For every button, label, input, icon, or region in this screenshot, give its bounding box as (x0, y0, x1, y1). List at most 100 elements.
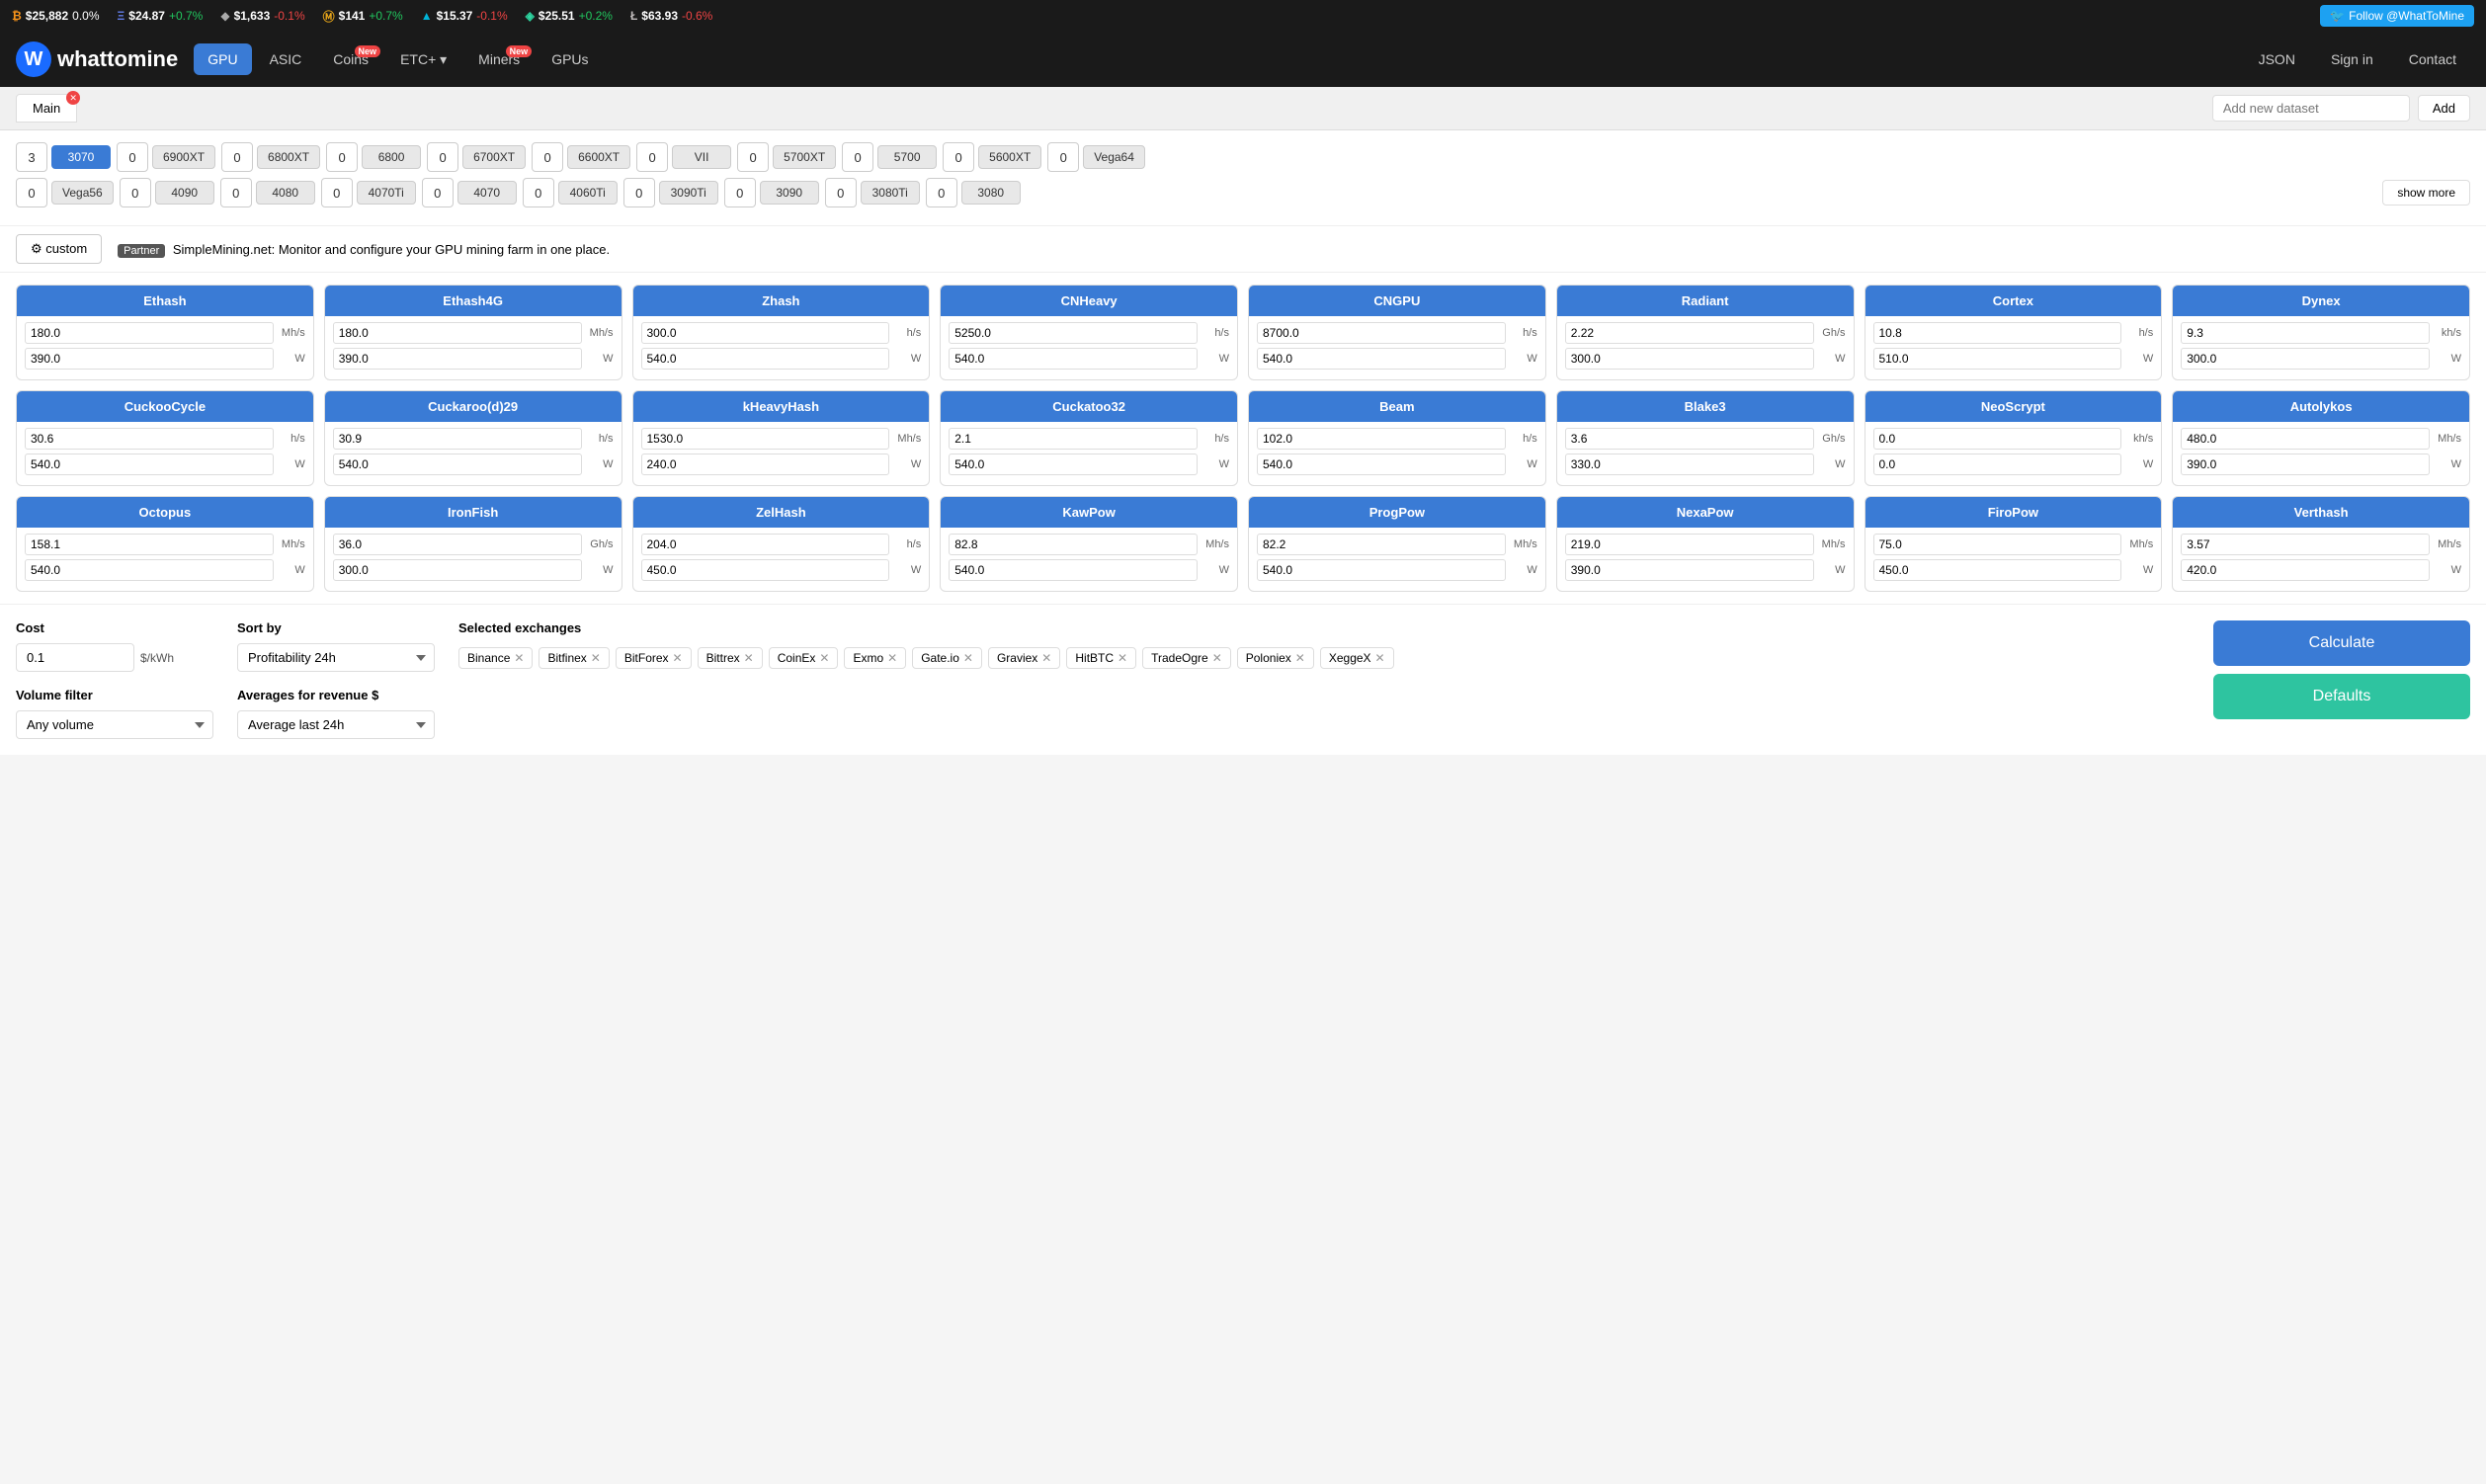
dataset-input[interactable] (2212, 95, 2410, 122)
nav-gpus[interactable]: GPUs (538, 43, 602, 75)
gpu-qty-vega64[interactable] (1047, 142, 1079, 172)
algo-power-input-autolykos[interactable] (2181, 453, 2430, 475)
algo-hashrate-input-octopus[interactable] (25, 534, 274, 555)
gpu-qty-6600xt[interactable] (532, 142, 563, 172)
close-tab-button[interactable]: ✕ (66, 91, 80, 105)
algo-hashrate-input-zhash[interactable] (641, 322, 890, 344)
algo-hashrate-input-progpow[interactable] (1257, 534, 1506, 555)
nav-etc[interactable]: ETC+ ▾ (386, 43, 460, 76)
algo-header-ironfish[interactable]: IronFish (325, 497, 622, 528)
nav-coins[interactable]: Coins New (319, 43, 382, 75)
algo-header-autolykos[interactable]: Autolykos (2173, 391, 2469, 422)
exchange-remove-exmo[interactable]: ✕ (887, 651, 897, 665)
algo-header-cngpu[interactable]: CNGPU (1249, 286, 1545, 316)
algo-header-ethash4g[interactable]: Ethash4G (325, 286, 622, 316)
volume-select[interactable]: Any volumeHigh volumeMedium volume (16, 710, 213, 739)
algo-hashrate-input-dynex[interactable] (2181, 322, 2430, 344)
algo-header-firopow[interactable]: FiroPow (1865, 497, 2162, 528)
algo-power-input-dynex[interactable] (2181, 348, 2430, 370)
gpu-qty-4070[interactable] (422, 178, 454, 207)
nav-signin[interactable]: Sign in (2317, 43, 2387, 75)
gpu-qty-6900xt[interactable] (117, 142, 148, 172)
algo-hashrate-input-kawpow[interactable] (949, 534, 1198, 555)
algo-hashrate-input-neoscrypt[interactable] (1873, 428, 2122, 450)
gpu-label-3080ti[interactable]: 3080Ti (861, 181, 920, 205)
gpu-label-3080[interactable]: 3080 (961, 181, 1021, 205)
gpu-qty-6800[interactable] (326, 142, 358, 172)
algo-power-input-zhash[interactable] (641, 348, 890, 370)
gpu-label-5700[interactable]: 5700 (877, 145, 937, 169)
exchange-remove-graviex[interactable]: ✕ (1041, 651, 1051, 665)
algo-power-input-verthash[interactable] (2181, 559, 2430, 581)
gpu-qty-3070[interactable] (16, 142, 47, 172)
gpu-label-6700xt[interactable]: 6700XT (462, 145, 526, 169)
exchange-remove-bitforex[interactable]: ✕ (673, 651, 683, 665)
algo-power-input-ethash[interactable] (25, 348, 274, 370)
algo-header-radiant[interactable]: Radiant (1557, 286, 1854, 316)
algo-header-cuckoocycle[interactable]: CuckooCycle (17, 391, 313, 422)
algo-header-beam[interactable]: Beam (1249, 391, 1545, 422)
nav-gpu[interactable]: GPU (194, 43, 251, 75)
algo-header-zelhash[interactable]: ZelHash (633, 497, 930, 528)
gpu-qty-3090ti[interactable] (623, 178, 655, 207)
cost-input[interactable] (16, 643, 134, 672)
algo-power-input-blake3[interactable] (1565, 453, 1814, 475)
gpu-label-6900xt[interactable]: 6900XT (152, 145, 215, 169)
averages-select[interactable]: Average last 24hAverage last 1hCurrent (237, 710, 435, 739)
gpu-qty-4070ti[interactable] (321, 178, 353, 207)
algo-power-input-cuckarood29[interactable] (333, 453, 582, 475)
gpu-qty-4060ti[interactable] (523, 178, 554, 207)
algo-hashrate-input-ironfish[interactable] (333, 534, 582, 555)
algo-hashrate-input-cnheavy[interactable] (949, 322, 1198, 344)
gpu-label-vega64[interactable]: Vega64 (1083, 145, 1145, 169)
algo-hashrate-input-zelhash[interactable] (641, 534, 890, 555)
gpu-label-6600xt[interactable]: 6600XT (567, 145, 630, 169)
exchange-remove-binance[interactable]: ✕ (514, 651, 524, 665)
algo-power-input-cortex[interactable] (1873, 348, 2122, 370)
algo-header-verthash[interactable]: Verthash (2173, 497, 2469, 528)
algo-power-input-cnheavy[interactable] (949, 348, 1198, 370)
algo-power-input-zelhash[interactable] (641, 559, 890, 581)
gpu-label-6800[interactable]: 6800 (362, 145, 421, 169)
algo-power-input-cngpu[interactable] (1257, 348, 1506, 370)
gpu-label-4070ti[interactable]: 4070Ti (357, 181, 416, 205)
algo-header-cnheavy[interactable]: CNHeavy (941, 286, 1237, 316)
gpu-label-4070[interactable]: 4070 (457, 181, 517, 205)
gpu-label-3090[interactable]: 3090 (760, 181, 819, 205)
gpu-label-vega56[interactable]: Vega56 (51, 181, 114, 205)
gpu-qty-vii[interactable] (636, 142, 668, 172)
algo-power-input-kawpow[interactable] (949, 559, 1198, 581)
algo-power-input-octopus[interactable] (25, 559, 274, 581)
algo-power-input-beam[interactable] (1257, 453, 1506, 475)
algo-power-input-firopow[interactable] (1873, 559, 2122, 581)
algo-header-zhash[interactable]: Zhash (633, 286, 930, 316)
algo-hashrate-input-cuckarood29[interactable] (333, 428, 582, 450)
gpu-label-5600xt[interactable]: 5600XT (978, 145, 1041, 169)
custom-button[interactable]: ⚙ custom (16, 234, 102, 264)
gpu-qty-4080[interactable] (220, 178, 252, 207)
algo-power-input-progpow[interactable] (1257, 559, 1506, 581)
algo-power-input-nexapow[interactable] (1565, 559, 1814, 581)
gpu-qty-3090[interactable] (724, 178, 756, 207)
algo-hashrate-input-autolykos[interactable] (2181, 428, 2430, 450)
gpu-qty-6800xt[interactable] (221, 142, 253, 172)
main-tab[interactable]: Main ✕ (16, 94, 77, 123)
algo-power-input-neoscrypt[interactable] (1873, 453, 2122, 475)
algo-hashrate-input-cuckatoo32[interactable] (949, 428, 1198, 450)
algo-header-cuckarood29[interactable]: Cuckaroo(d)29 (325, 391, 622, 422)
gpu-qty-5700xt[interactable] (737, 142, 769, 172)
algo-hashrate-input-radiant[interactable] (1565, 322, 1814, 344)
algo-hashrate-input-ethash4g[interactable] (333, 322, 582, 344)
algo-hashrate-input-cuckoocycle[interactable] (25, 428, 274, 450)
algo-header-dynex[interactable]: Dynex (2173, 286, 2469, 316)
algo-power-input-kheavyhash[interactable] (641, 453, 890, 475)
gpu-label-3070[interactable]: 3070 (51, 145, 111, 169)
algo-header-cortex[interactable]: Cortex (1865, 286, 2162, 316)
algo-header-octopus[interactable]: Octopus (17, 497, 313, 528)
nav-asic[interactable]: ASIC (256, 43, 316, 75)
exchange-remove-bitfinex[interactable]: ✕ (591, 651, 601, 665)
algo-hashrate-input-firopow[interactable] (1873, 534, 2122, 555)
gpu-label-3090ti[interactable]: 3090Ti (659, 181, 718, 205)
gpu-qty-5700[interactable] (842, 142, 873, 172)
algo-hashrate-input-cortex[interactable] (1873, 322, 2122, 344)
